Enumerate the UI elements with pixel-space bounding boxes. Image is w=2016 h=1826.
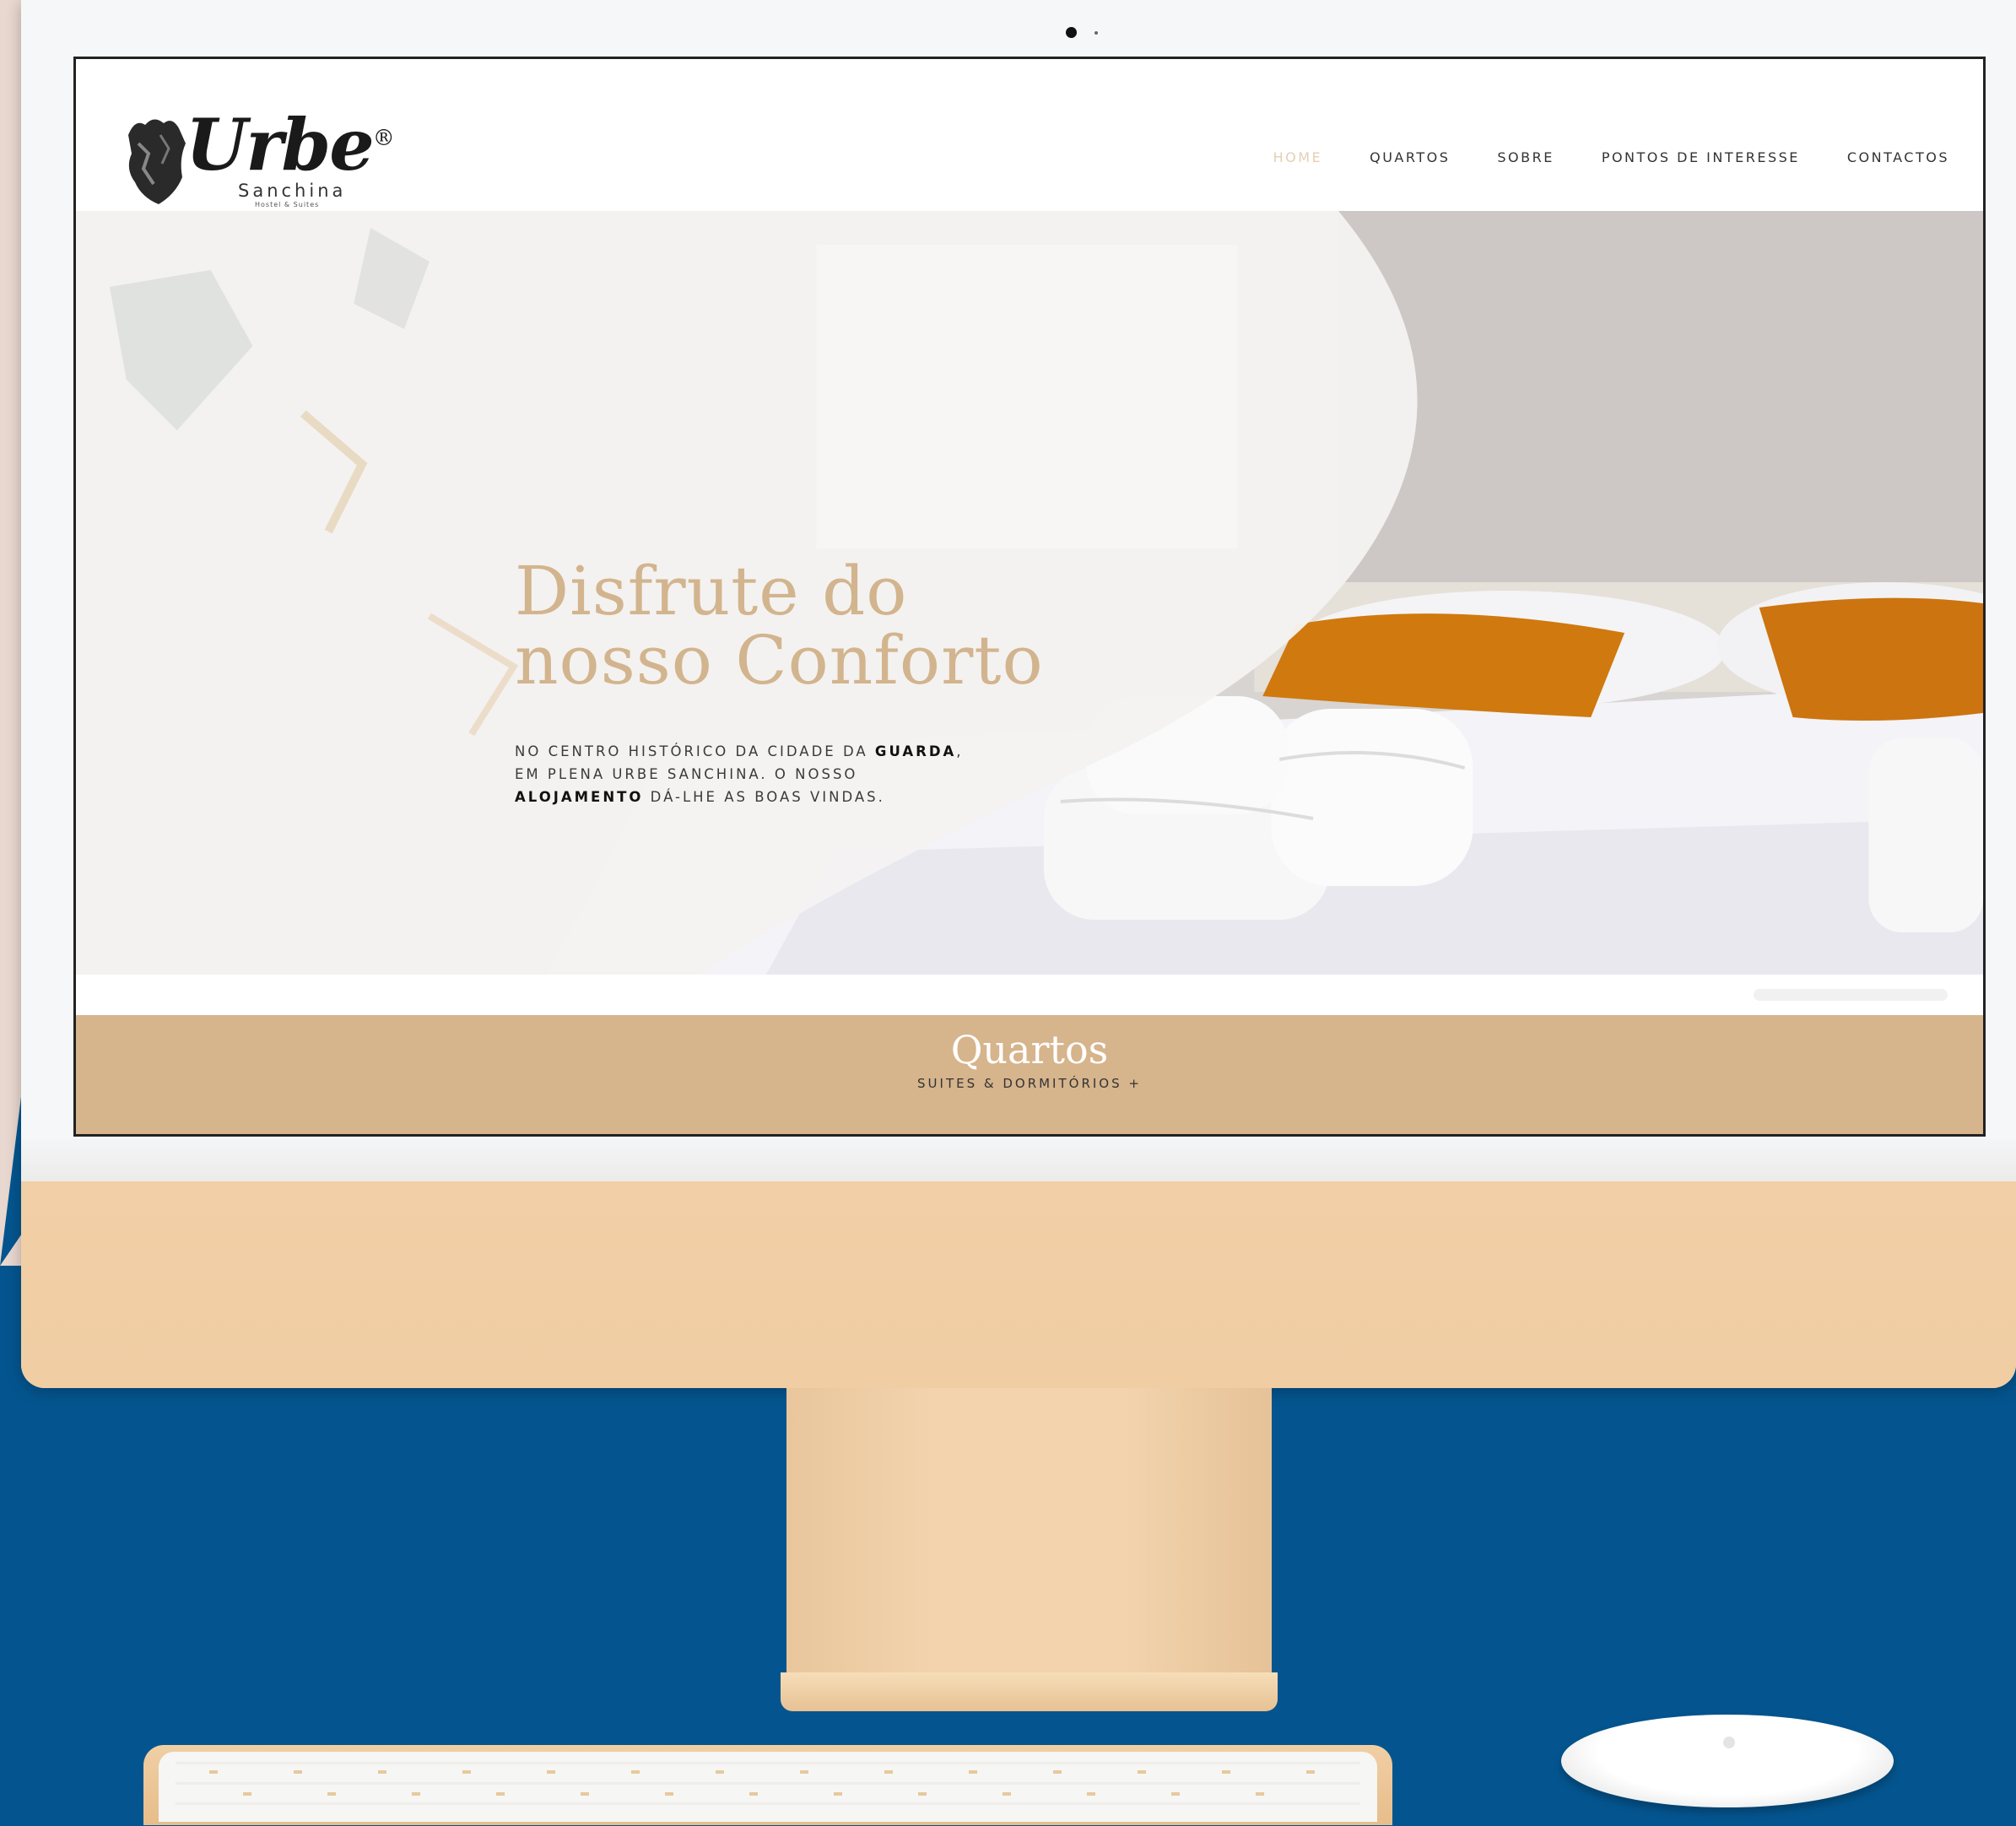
imac-stand	[786, 1388, 1272, 1709]
logo-wordmark: Urbe®	[186, 103, 395, 186]
imac-chin	[21, 1181, 2016, 1388]
scroll-indicator[interactable]	[1754, 989, 1948, 1001]
website-screen: Urbe® Sanchina Hostel & Suites HOME QUAR…	[73, 57, 1986, 1137]
imac-bezel-bottom	[21, 1139, 2016, 1181]
keyboard-keys	[159, 1752, 1377, 1822]
nav-item-quartos[interactable]: QUARTOS	[1370, 149, 1450, 165]
main-nav: HOME QUARTOS SOBRE PONTOS DE INTERESSE C…	[1273, 149, 1949, 165]
section-subtitle-link[interactable]: SUITES & DORMITÓRIOS +	[76, 1076, 1983, 1091]
nav-item-pontos-de-interesse[interactable]: PONTOS DE INTERESSE	[1602, 149, 1800, 165]
camera-indicator-icon	[1094, 31, 1098, 35]
hero-title: Disfrute do nosso Conforto	[515, 557, 1044, 695]
nav-item-sobre[interactable]: SOBRE	[1497, 149, 1554, 165]
hero-description: NO CENTRO HISTÓRICO DA CIDADE DA GUARDA,…	[515, 740, 970, 808]
hero-title-line-1: Disfrute do	[515, 552, 908, 630]
nav-item-home[interactable]: HOME	[1273, 149, 1323, 165]
keyboard-keys-icon	[176, 1762, 1360, 1805]
apple-logo-icon	[1723, 1737, 1735, 1748]
section-title: Quartos	[950, 1027, 1109, 1072]
camera-icon	[1066, 27, 1077, 38]
hero-bottom-strip	[76, 975, 1983, 1015]
hero-section: Disfrute do nosso Conforto NO CENTRO HIS…	[76, 211, 1983, 975]
hero-text-part-1: NO CENTRO HISTÓRICO DA CIDADE DA	[515, 743, 875, 759]
logo[interactable]: Urbe® Sanchina Hostel & Suites	[120, 103, 395, 208]
site-header: Urbe® Sanchina Hostel & Suites HOME QUAR…	[76, 59, 1983, 211]
hero-text-bold-alojamento: ALOJAMENTO	[515, 788, 644, 805]
hero-text-bold-guarda: GUARDA	[874, 743, 957, 759]
hero-title-line-2: nosso Conforto	[515, 621, 1044, 700]
quartos-section: Quartos SUITES & DORMITÓRIOS +	[76, 1015, 1983, 1134]
logo-subtitle: Sanchina	[238, 181, 347, 201]
imac-stand-foot	[781, 1672, 1278, 1711]
magic-mouse	[1561, 1715, 1894, 1807]
nav-item-contactos[interactable]: CONTACTOS	[1847, 149, 1949, 165]
hero-text-part-3: DÁ-LHE AS BOAS VINDAS.	[643, 788, 885, 805]
logo-tagline: Hostel & Suites	[255, 201, 320, 208]
